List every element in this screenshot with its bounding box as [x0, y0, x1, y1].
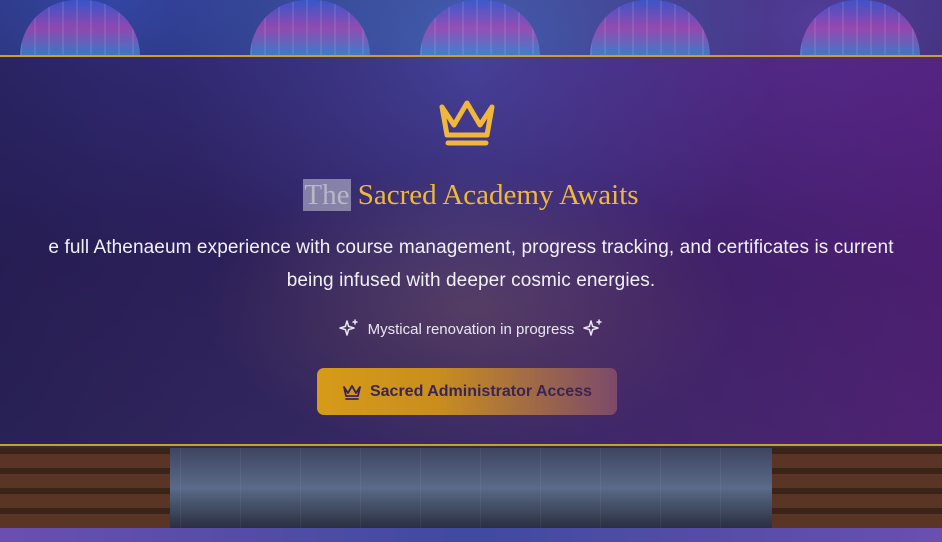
- title-text: Sacred Academy Awaits: [357, 179, 639, 211]
- status-text: Mystical renovation in progress: [367, 320, 575, 338]
- stained-glass-window: [590, 0, 710, 56]
- crown-icon: [343, 384, 361, 400]
- coming-soon-banner: The Sacred Academy Awaits e full Athenae…: [0, 55, 942, 446]
- sparkle-icon: [338, 319, 358, 336]
- page-title: The Sacred Academy Awaits: [0, 175, 942, 215]
- stained-glass-window: [20, 0, 140, 56]
- admin-access-label: Sacred Administrator Access: [369, 382, 592, 400]
- bookshelf-left: [0, 448, 170, 528]
- title-highlighted-word: The: [303, 179, 351, 211]
- sparkle-icon: [583, 319, 603, 336]
- status-message: Mystical renovation in progress: [0, 319, 942, 339]
- next-section-edge: [0, 528, 942, 542]
- description: e full Athenaeum experience with course …: [0, 231, 942, 297]
- stained-glass-window: [800, 0, 920, 56]
- crown-icon: [439, 100, 495, 146]
- bookshelf-right: [772, 448, 942, 528]
- description-line: being infused with deeper cosmic energie…: [286, 270, 656, 291]
- stained-glass-window: [420, 0, 540, 56]
- admin-access-button[interactable]: Sacred Administrator Access: [317, 368, 617, 415]
- stained-glass-window: [250, 0, 370, 56]
- description-line: e full Athenaeum experience with course …: [48, 237, 894, 258]
